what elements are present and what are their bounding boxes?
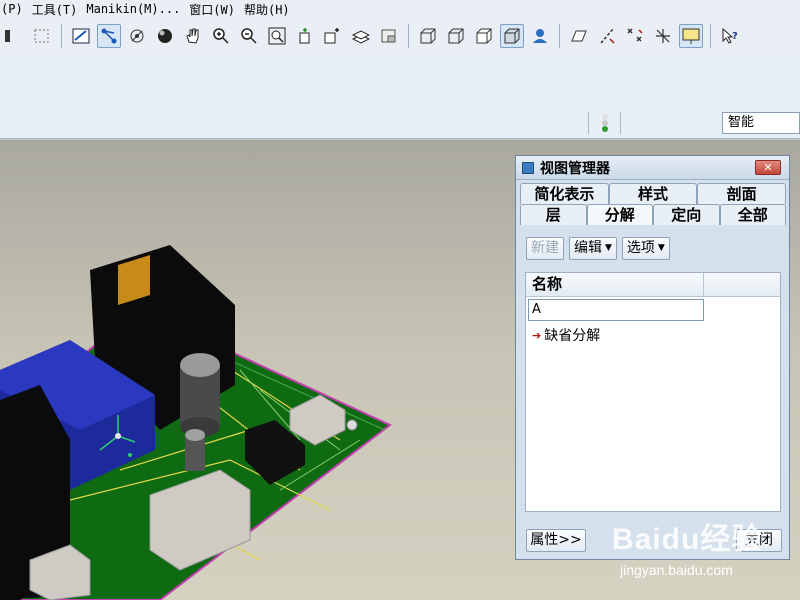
layers-icon[interactable] xyxy=(349,24,373,48)
datum-point-icon[interactable] xyxy=(623,24,647,48)
tab-explode[interactable]: 分解 xyxy=(586,204,653,225)
zoom-out-icon[interactable] xyxy=(237,24,261,48)
spin-center-icon[interactable] xyxy=(97,24,121,48)
options-dropdown[interactable]: 选项 ▼ xyxy=(621,237,670,260)
watermark-url: jingyan.baidu.com xyxy=(620,562,733,578)
close-icon[interactable]: ✕ xyxy=(755,160,781,175)
menu-bar: (P) 工具(T) Manikin(M)... 窗口(W) 帮助(H) xyxy=(0,0,800,18)
toolbar-separator xyxy=(588,112,589,134)
wireframe-icon[interactable] xyxy=(416,24,440,48)
name-input[interactable]: A xyxy=(528,299,704,321)
menu-item-manikin[interactable]: Manikin(M)... xyxy=(86,2,189,16)
pan-hand-icon[interactable] xyxy=(181,24,205,48)
datum-plane-icon[interactable] xyxy=(567,24,591,48)
menu-item-help[interactable]: 帮助(H) xyxy=(244,1,299,18)
zoom-fit-icon[interactable] xyxy=(265,24,289,48)
list-header: 名称 xyxy=(526,273,780,297)
active-arrow-icon: ➔ xyxy=(532,328,542,342)
toolbar-separator xyxy=(408,24,409,48)
saved-views-icon[interactable] xyxy=(377,24,401,48)
help-icon[interactable]: ? xyxy=(718,24,742,48)
no-hidden-icon[interactable] xyxy=(472,24,496,48)
dialog-title: 视图管理器 xyxy=(540,160,610,177)
svg-text:?: ? xyxy=(732,31,738,42)
zoom-in-icon[interactable] xyxy=(209,24,233,48)
list-item[interactable]: ➔ 缺省分解 xyxy=(532,325,600,345)
tab-xsection[interactable]: 剖面 xyxy=(697,183,787,204)
new-button[interactable]: 新建 xyxy=(526,237,564,260)
datum-axis-icon[interactable] xyxy=(595,24,619,48)
shade-ball-icon[interactable] xyxy=(153,24,177,48)
tab-panel-explode: 新建 编辑 ▼ 选项 ▼ 名称 A ➔ 缺省分解 xyxy=(520,228,786,518)
edit-dropdown[interactable]: 编辑 ▼ xyxy=(569,237,617,260)
toolbar-separator xyxy=(710,24,711,48)
chevron-down-icon: ▼ xyxy=(657,243,665,253)
secondary-toolbar: 智能 xyxy=(0,54,800,139)
view-manager-dialog: 视图管理器 ✕ 简化表示 样式 剖面 层 分解 定向 全部 新建 编辑 ▼ 选项 ▼… xyxy=(515,155,790,560)
repaint-icon[interactable] xyxy=(293,24,317,48)
menu-item-tools[interactable]: 工具(T) xyxy=(32,1,87,18)
traffic-light-icon[interactable] xyxy=(599,112,611,138)
orient-icon[interactable] xyxy=(125,24,149,48)
tab-strip: 简化表示 样式 剖面 层 分解 定向 全部 xyxy=(520,183,787,225)
new-button-label: 新建 xyxy=(531,240,559,256)
properties-button[interactable]: 属性>> xyxy=(526,529,586,552)
column-header-name[interactable]: 名称 xyxy=(526,273,704,296)
tab-all[interactable]: 全部 xyxy=(719,204,786,225)
watermark-logo: Baidu经验 xyxy=(612,523,763,556)
list-item-label: 缺省分解 xyxy=(544,328,601,344)
main-toolbar: ? xyxy=(0,18,800,54)
toolbar-separator xyxy=(559,24,560,48)
chevron-down-icon: ▼ xyxy=(605,243,612,253)
coord-sys-icon[interactable] xyxy=(651,24,675,48)
annotation-icon[interactable] xyxy=(679,24,703,48)
tab-simplified-rep[interactable]: 简化表示 xyxy=(520,183,609,204)
view-manager-icon[interactable] xyxy=(321,24,345,48)
shaded-icon[interactable] xyxy=(500,24,524,48)
disk-icon[interactable] xyxy=(2,24,26,48)
baidu-watermark: Baidu经验 jingyan.baidu.com xyxy=(612,514,763,578)
hidden-line-icon[interactable] xyxy=(444,24,468,48)
smart-filter-select[interactable]: 智能 xyxy=(722,112,800,134)
select-rect-icon[interactable] xyxy=(30,24,54,48)
tab-layers[interactable]: 层 xyxy=(520,204,587,225)
menu-item-window[interactable]: 窗口(W) xyxy=(189,1,244,18)
edit-label: 编辑 xyxy=(574,240,602,256)
toolbar-separator xyxy=(620,112,621,134)
sketch-icon[interactable] xyxy=(69,24,93,48)
menu-item-p[interactable]: (P) xyxy=(0,2,32,16)
appearance-icon[interactable] xyxy=(528,24,552,48)
window-icon xyxy=(522,161,534,174)
explode-list: 名称 A ➔ 缺省分解 xyxy=(525,272,781,512)
dialog-titlebar[interactable]: 视图管理器 xyxy=(516,156,789,180)
options-label: 选项 xyxy=(626,240,655,256)
tab-style[interactable]: 样式 xyxy=(608,183,698,204)
tab-orient[interactable]: 定向 xyxy=(653,204,720,225)
toolbar-separator xyxy=(61,24,62,48)
